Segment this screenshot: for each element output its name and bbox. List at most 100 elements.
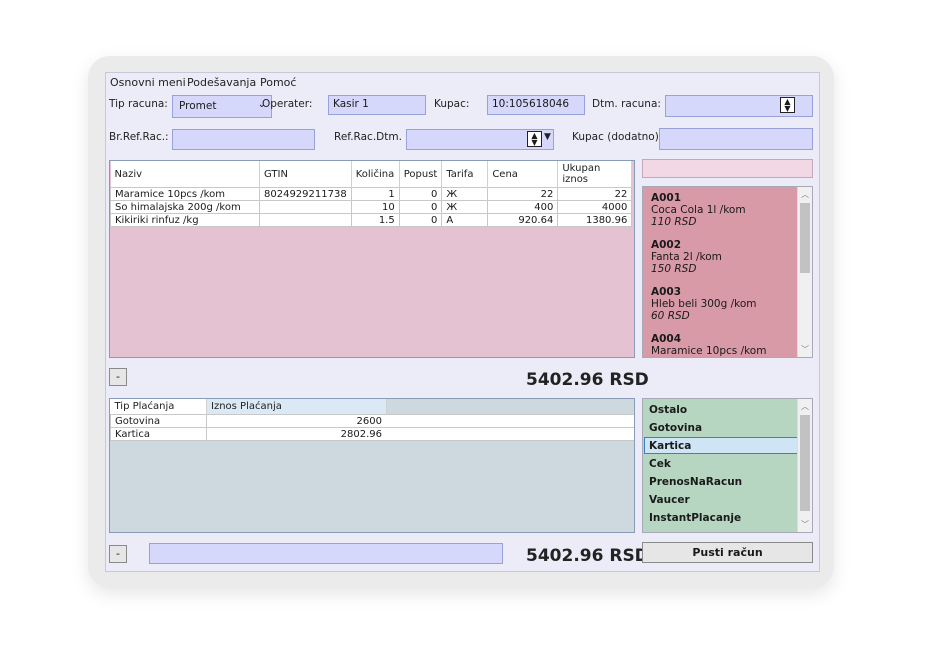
menu-podesavanja[interactable]: Podešavanja (187, 76, 256, 89)
cell-ukupan-iznos: 1380.96 (557, 213, 633, 227)
col-cena[interactable]: Cena (487, 161, 559, 188)
list-item-selected[interactable]: Kartica (649, 440, 691, 452)
dtm-racuna-spinner-icon[interactable]: ▲ ▼ (780, 97, 795, 113)
cell-cena: 920.64 (487, 213, 559, 227)
table-row[interactable]: Kartica 2802.96 (110, 427, 387, 441)
menu-pomoc[interactable]: Pomoć (260, 76, 296, 89)
cell-kolicina: 10 (350, 200, 400, 214)
cell-ukupan-iznos: 4000 (557, 200, 633, 214)
remove-payment-button[interactable]: - (109, 545, 127, 563)
cell-tarifa: Ж (441, 187, 489, 201)
operater-label: Operater: (262, 98, 313, 110)
payment-note-input[interactable] (149, 543, 503, 564)
cell-popust: 0 (398, 213, 443, 227)
kupac-dodatno-field[interactable] (659, 128, 813, 150)
table-row[interactable]: Kikiriki rinfuz /kg 1.5 0 A 920.64 1380.… (110, 213, 633, 227)
tip-racuna-value: Promet (179, 100, 217, 112)
total-top: 5402.96 RSD (526, 370, 649, 390)
cell-naziv: Kikiriki rinfuz /kg (110, 213, 260, 227)
col-kolicina[interactable]: Količina (351, 161, 400, 188)
cell-gtin (259, 200, 352, 214)
scrollbar-thumb[interactable] (800, 203, 810, 273)
br-ref-rac-label: Br.Ref.Rac.: (109, 131, 169, 143)
product-code: A001 (651, 192, 682, 204)
list-item[interactable]: InstantPlacanje (649, 512, 741, 524)
col-naziv[interactable]: Naziv (110, 161, 260, 188)
br-ref-rac-field[interactable] (172, 129, 315, 150)
cell-ukupan-iznos: 22 (557, 187, 633, 201)
product-name: Coca Cola 1l /kom (651, 204, 746, 216)
menu-bar: Osnovni meni Podešavanja Pomoć (106, 73, 819, 91)
product-price: 60 RSD (651, 310, 690, 322)
list-item[interactable]: A003 Hleb beli 300g /kom 60 RSD (651, 286, 757, 322)
remove-item-button[interactable]: - (109, 368, 127, 386)
cell-popust: 0 (398, 200, 443, 214)
product-name: Maramice 10pcs /kom (651, 345, 767, 357)
product-price: 150 RSD (651, 263, 697, 275)
col-popust[interactable]: Popust (399, 161, 443, 188)
list-item[interactable]: A004 Maramice 10pcs /kom (651, 333, 766, 357)
cell-iznos-placanja: 2600 (206, 414, 387, 428)
payment-type-scrollbar[interactable]: ︿ ﹀ (797, 399, 812, 532)
col-tarifa[interactable]: Tarifa (441, 161, 489, 188)
scroll-down-icon[interactable]: ﹀ (798, 519, 812, 530)
kupac-field[interactable]: 10:105618046 (487, 95, 585, 115)
cell-gtin (259, 213, 352, 227)
scroll-down-icon[interactable]: ﹀ (798, 344, 812, 355)
col-tip-placanja[interactable]: Tip Plaćanja (110, 399, 207, 415)
dtm-racuna-label: Dtm. racuna: (592, 98, 661, 110)
cell-tarifa: A (441, 213, 489, 227)
product-name: Hleb beli 300g /kom (651, 298, 757, 310)
cell-tip-placanja: Kartica (110, 427, 207, 441)
list-item[interactable]: Gotovina (649, 422, 702, 434)
ref-rac-dtm-label: Ref.Rac.Dtm. (334, 131, 402, 143)
total-bottom: 5402.96 RSD (526, 546, 649, 566)
cell-cena: 22 (487, 187, 559, 201)
payments-grid[interactable]: ˄ Tip Plaćanja Iznos Plaćanja Gotovina 2… (109, 398, 635, 533)
product-search-input[interactable] (642, 159, 813, 178)
ref-rac-dtm-dropdown-icon[interactable]: ▼ (544, 132, 551, 142)
kupac-label: Kupac: (434, 98, 470, 110)
tip-racuna-select[interactable]: Promet ⌄ (172, 95, 272, 118)
product-code: A002 (651, 239, 682, 251)
payments-table: Tip Plaćanja Iznos Plaćanja Gotovina 260… (110, 399, 387, 441)
product-price: 110 RSD (651, 216, 697, 228)
product-name: Fanta 2l /kom (651, 251, 722, 263)
pos-window: Osnovni meni Podešavanja Pomoć Tip racun… (105, 72, 820, 572)
col-iznos-placanja[interactable]: Iznos Plaćanja (206, 399, 387, 415)
list-item[interactable]: Cek (649, 458, 671, 470)
cell-popust: 0 (398, 187, 443, 201)
menu-osnovni-meni[interactable]: Osnovni meni (110, 76, 186, 89)
ref-rac-dtm-spinner-icon[interactable]: ▲ ▼ (527, 131, 542, 147)
cell-naziv: Maramice 10pcs /kom (110, 187, 260, 201)
pusti-racun-button[interactable]: Pusti račun (642, 542, 813, 563)
list-item[interactable]: A002 Fanta 2l /kom 150 RSD (651, 239, 722, 275)
scrollbar-thumb[interactable] (800, 415, 810, 511)
scroll-up-icon[interactable]: ︿ (798, 189, 812, 200)
cell-cena: 400 (487, 200, 559, 214)
table-row[interactable]: Maramice 10pcs /kom 8024929211738 1 0 Ж … (110, 187, 633, 201)
scroll-up-icon[interactable]: ︿ (798, 401, 812, 412)
list-item[interactable]: A001 Coca Cola 1l /kom 110 RSD (651, 192, 746, 228)
list-item[interactable]: Vaucer (649, 494, 690, 506)
items-grid[interactable]: Naziv GTIN Količina Popust Tarifa Cena U… (109, 160, 635, 358)
col-ukupan-iznos[interactable]: Ukupan iznos (557, 161, 633, 188)
col-gtin[interactable]: GTIN (259, 161, 352, 188)
list-item[interactable]: PrenosNaRacun (649, 476, 742, 488)
tip-racuna-label: Tip racuna: (109, 98, 168, 110)
product-list[interactable]: A001 Coca Cola 1l /kom 110 RSD A002 Fant… (642, 186, 813, 358)
table-row[interactable]: So himalajska 200g /kom 10 0 Ж 400 4000 (110, 200, 633, 214)
table-row[interactable]: Gotovina 2600 (110, 414, 387, 428)
cell-kolicina: 1 (350, 187, 400, 201)
list-item[interactable]: Ostalo (649, 404, 687, 416)
operater-field[interactable]: Kasir 1 (328, 95, 426, 115)
product-list-scrollbar[interactable]: ︿ ﹀ (797, 187, 812, 357)
payment-type-list[interactable]: Ostalo Gotovina Kartica Cek PrenosNaRacu… (642, 398, 813, 533)
cell-naziv: So himalajska 200g /kom (110, 200, 260, 214)
cell-gtin: 8024929211738 (259, 187, 352, 201)
product-code: A004 (651, 333, 682, 345)
cell-iznos-placanja: 2802.96 (206, 427, 387, 441)
cell-kolicina: 1.5 (350, 213, 400, 227)
product-code: A003 (651, 286, 682, 298)
kupac-dodatno-label: Kupac (dodatno): (572, 131, 663, 143)
